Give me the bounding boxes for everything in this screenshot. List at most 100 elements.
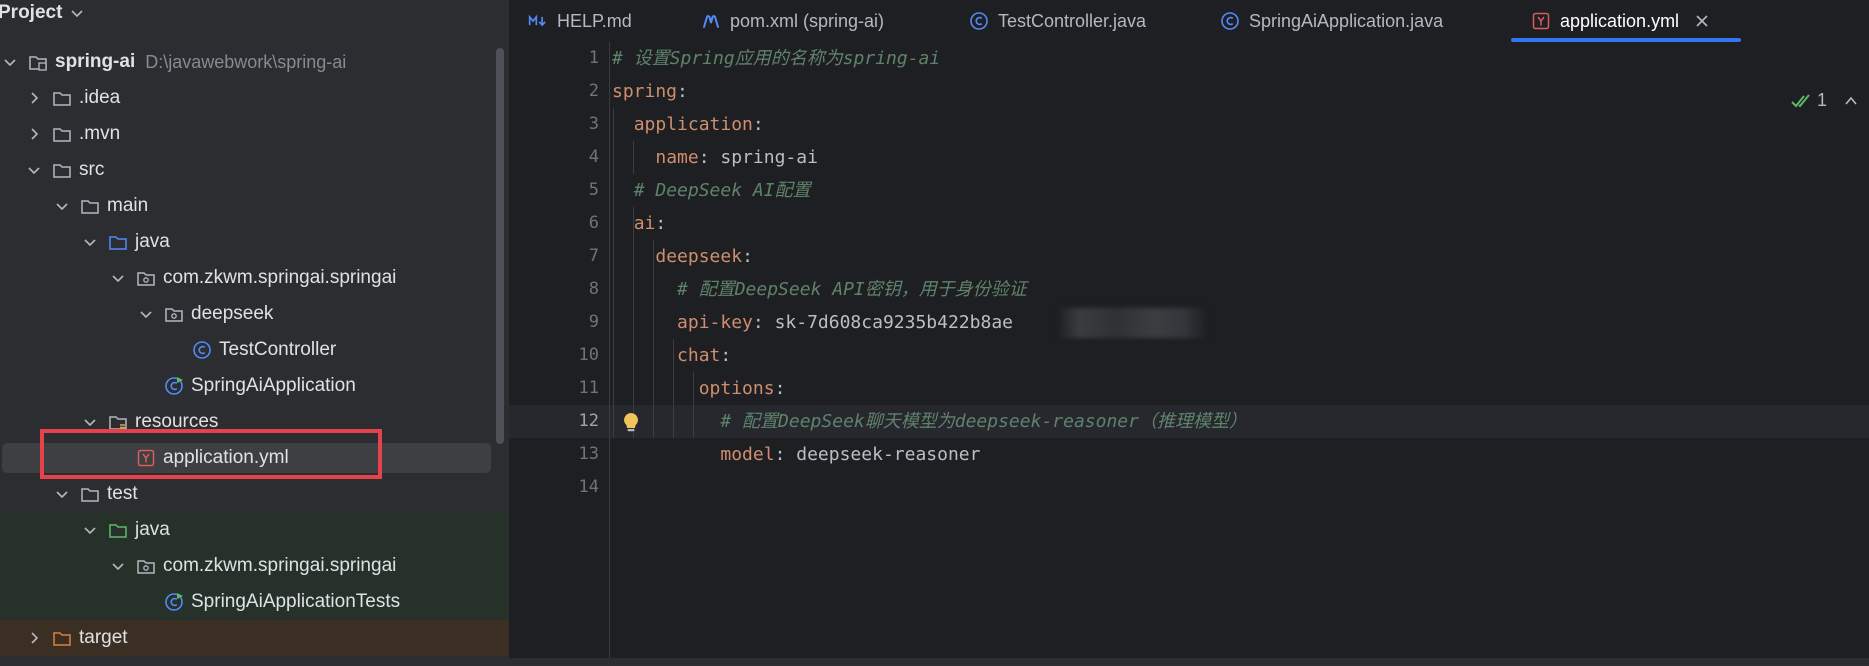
- line-number[interactable]: 5: [509, 174, 599, 207]
- line-number[interactable]: 9: [509, 306, 599, 339]
- close-icon[interactable]: [1695, 14, 1709, 28]
- yaml-value: sk-7d608ca9235b422b8ae: [774, 312, 1013, 333]
- line-number[interactable]: 14: [509, 471, 599, 504]
- line-number[interactable]: 2: [509, 75, 599, 108]
- code-line[interactable]: options:: [612, 372, 786, 405]
- annotation-highlight-box: [40, 429, 382, 479]
- tree-item-java[interactable]: java: [0, 224, 509, 260]
- yaml-comment: # 配置DeepSeek API密钥，用于身份验证: [677, 279, 1027, 300]
- code-line[interactable]: ai:: [612, 207, 667, 240]
- tree-item-label: .mvn: [79, 123, 121, 144]
- code-line[interactable]: api-key: sk-7d608ca9235b422b8ae: [612, 306, 1013, 339]
- tree-item-test-java[interactable]: java: [0, 512, 509, 548]
- tab-pom-xml[interactable]: pom.xml (spring-ai): [701, 0, 884, 42]
- line-number[interactable]: 10: [509, 339, 599, 372]
- yaml-punct: :: [720, 345, 732, 366]
- code-line[interactable]: # 设置Spring应用的名称为spring-ai: [612, 42, 940, 75]
- lightbulb-icon[interactable]: [620, 411, 642, 433]
- chevron-down-icon[interactable]: [54, 198, 70, 214]
- tree-item-test[interactable]: test: [0, 476, 509, 512]
- line-number[interactable]: 3: [509, 108, 599, 141]
- editor-tab-bar: HELP.md pom.xml (spring-ai) TestControll…: [509, 0, 1869, 42]
- yaml-icon: [1532, 12, 1550, 30]
- code-line[interactable]: # DeepSeek AI配置: [612, 174, 811, 207]
- tree-item-deepseek[interactable]: deepseek: [0, 296, 509, 332]
- chevron-up-icon[interactable]: [1843, 93, 1859, 109]
- maven-icon: [703, 15, 719, 28]
- code-line[interactable]: application:: [612, 108, 764, 141]
- tree-item-package[interactable]: com.zkwm.springai.springai: [0, 260, 509, 296]
- code-line[interactable]: # 配置DeepSeek聊天模型为deepseek-reasoner（推理模型）: [612, 405, 1247, 438]
- tab-label: TestController.java: [998, 10, 1147, 31]
- chevron-down-icon[interactable]: [26, 162, 42, 178]
- code-line[interactable]: chat:: [612, 339, 731, 372]
- chevron-right-icon[interactable]: [26, 126, 42, 142]
- indent-guide: [613, 108, 614, 438]
- chevron-down-icon[interactable]: [82, 414, 98, 430]
- tree-item-target[interactable]: target: [0, 620, 509, 656]
- chevron-down-icon[interactable]: [138, 306, 154, 322]
- line-number[interactable]: 8: [509, 273, 599, 306]
- project-path: D:\javawebwork\spring-ai: [145, 51, 347, 72]
- folder-icon: [81, 200, 99, 214]
- tree-item-label: spring-ai: [55, 51, 136, 72]
- test-class-icon: [165, 593, 183, 611]
- tree-item-src[interactable]: src: [0, 152, 509, 188]
- tab-test-controller[interactable]: TestController.java: [969, 0, 1146, 42]
- yaml-key: options: [698, 378, 775, 399]
- indent-guide: [693, 372, 694, 438]
- line-number[interactable]: 11: [509, 372, 599, 405]
- yaml-punct: :: [677, 81, 688, 102]
- code-line[interactable]: spring:: [612, 75, 688, 108]
- line-number[interactable]: 13: [509, 438, 599, 471]
- project-panel-scrollbar[interactable]: [496, 48, 504, 444]
- chevron-down-icon[interactable]: [110, 270, 126, 286]
- chevron-right-icon[interactable]: [26, 90, 42, 106]
- package-icon: [137, 560, 155, 574]
- folder-icon: [81, 488, 99, 502]
- code-line[interactable]: # 配置DeepSeek API密钥，用于身份验证: [612, 273, 1027, 306]
- tree-item-idea[interactable]: .idea: [0, 80, 509, 116]
- tree-item-main[interactable]: main: [0, 188, 509, 224]
- project-panel-header[interactable]: Project: [0, 0, 509, 26]
- indent-guide: [633, 141, 634, 174]
- code-line[interactable]: name: spring-ai: [612, 141, 818, 174]
- tree-item-label: java: [135, 519, 170, 540]
- line-number[interactable]: 1: [509, 42, 599, 75]
- tab-spring-ai-application[interactable]: SpringAiApplication.java: [1220, 0, 1443, 42]
- code-line[interactable]: model: deepseek-reasoner: [612, 438, 980, 471]
- project-panel-title[interactable]: Project: [0, 2, 62, 24]
- code-editor[interactable]: 1 2 3 4 5 6 7 8 9 10 11 12 13 14 # 设置Spring应用的名称为spri…: [509, 42, 1869, 658]
- tree-item-spring-ai[interactable]: spring-ai D:\javawebwork\spring-ai: [0, 44, 509, 80]
- tree-item-test-controller[interactable]: TestController: [0, 332, 509, 368]
- chevron-down-icon[interactable]: [54, 486, 70, 502]
- tree-item-mvn[interactable]: .mvn: [0, 116, 509, 152]
- chevron-down-icon[interactable]: [70, 6, 84, 20]
- chevron-right-icon[interactable]: [26, 630, 42, 646]
- yaml-value: deepseek-reasoner: [796, 444, 981, 465]
- tab-help-md[interactable]: HELP.md: [528, 0, 632, 42]
- chevron-down-icon[interactable]: [82, 522, 98, 538]
- inspection-widget[interactable]: 1: [1791, 90, 1859, 111]
- line-number[interactable]: 4: [509, 141, 599, 174]
- line-number[interactable]: 6: [509, 207, 599, 240]
- folder-icon: [53, 164, 71, 178]
- line-number[interactable]: 7: [509, 240, 599, 273]
- tree-item-label: main: [107, 195, 149, 216]
- chevron-down-icon[interactable]: [2, 54, 18, 70]
- folder-icon: [53, 128, 71, 142]
- yaml-value: spring-ai: [720, 147, 818, 168]
- tab-application-yml[interactable]: application.yml: [1511, 0, 1741, 42]
- chevron-down-icon[interactable]: [82, 234, 98, 250]
- line-number[interactable]: 12: [509, 405, 599, 438]
- tree-item-spring-ai-application[interactable]: SpringAiApplication: [0, 368, 509, 404]
- tree-item-spring-ai-application-tests[interactable]: SpringAiApplicationTests: [0, 584, 509, 620]
- chevron-down-icon[interactable]: [110, 558, 126, 574]
- tree-item-label: TestController: [219, 339, 337, 360]
- tree-item-test-package[interactable]: com.zkwm.springai.springai: [0, 548, 509, 584]
